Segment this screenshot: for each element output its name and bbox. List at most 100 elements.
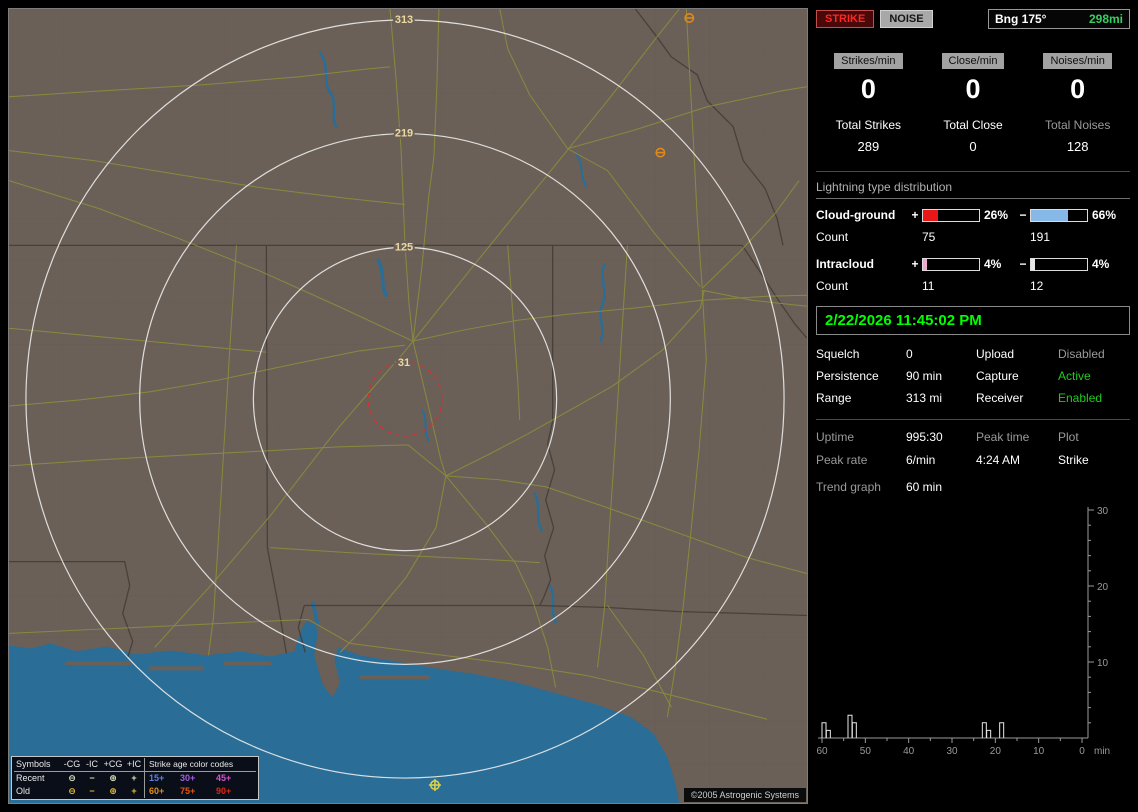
svg-text:0: 0 [1079,746,1085,756]
noises-per-min-value: 0 [1070,74,1086,104]
uptime-label: Uptime [816,430,855,444]
distribution-title: Lightning type distribution [816,180,1130,199]
range-value: 313 mi [906,391,943,405]
plus-sign: + [911,257,919,271]
legend-col-neg-ic: -IC [86,759,98,769]
minus-sign: − [1019,208,1027,222]
toolbar: STRIKE NOISE Bng 175° 298mi [816,8,1130,29]
strikes-per-min-value: 0 [860,74,876,104]
legend-col-neg-cg: -CG [63,759,81,769]
ic-minus-count: 12 [1030,279,1044,293]
svg-text:50: 50 [860,746,872,756]
ring-label-125: 125 [395,241,413,253]
legend-old-label: Old [16,786,31,796]
peak-rate-label: Peak rate [816,453,868,467]
age-75: 75+ [180,786,196,796]
map-canvas: 313 219 125 31 [9,9,807,803]
session-grid: Uptime 995:30 Peak time Plot Peak rate 6… [816,430,1130,494]
plot-label: Plot [1058,430,1079,444]
total-close-label: Total Close [943,118,1003,132]
intracloud-label: Intracloud [816,257,875,271]
peak-time-label: Peak time [976,430,1030,444]
minus-sign: − [1019,257,1027,271]
capture-label: Capture [976,369,1019,383]
strike-button[interactable]: STRIKE [816,9,875,28]
age-60: 60+ [144,785,180,798]
svg-text:60: 60 [816,746,828,756]
trend-graph-label: Trend graph [816,480,881,494]
persistence-label: Persistence [816,369,879,383]
recent-pos-cg-icon: ⊕ [109,773,117,783]
ic-count-label: Count [816,279,849,293]
ring-label-31: 31 [398,357,410,369]
cg-minus-bar [1030,208,1088,222]
strike-trend-chart: 30 20 10 60 50 40 30 20 10 0 min [816,506,1110,757]
bearing-value: Bng 175° [995,11,1047,26]
close-per-min-chip: Close/min [941,53,1005,69]
total-close-value: 0 [969,139,977,154]
intracloud-count-row: Count 11 12 [816,279,1130,293]
legend-col-pos-cg: +CG [103,759,123,769]
age-45: 45+ [216,773,232,783]
legend-age-header: Strike age color codes [144,758,254,771]
ic-plus-bar [922,257,980,271]
svg-text:40: 40 [903,746,915,756]
ring-label-219: 219 [395,128,413,140]
cloud-ground-row: Cloud-ground + 26% − 66% [816,208,1130,222]
lightning-type-distribution: Lightning type distribution Cloud-ground… [816,171,1130,293]
range-label: Range [816,391,852,405]
session-section: Uptime 995:30 Peak time Plot Peak rate 6… [816,419,1130,759]
upload-status: Disabled [1058,347,1105,361]
cg-plus-bar [922,208,980,222]
status-panel: STRIKE NOISE Bng 175° 298mi Strikes/min … [816,8,1130,804]
ic-minus-bar [1030,257,1088,271]
map-legend: Symbols -CG -IC +CG +IC Strike age color… [11,756,259,800]
noises-per-min-column: Noises/min 0 Total Noises 128 [1025,53,1130,154]
receiver-settings: Squelch 0 Upload Disabled Persistence 90… [816,347,1130,405]
svg-text:20: 20 [990,746,1002,756]
total-noises-label: Total Noises [1044,118,1111,132]
old-neg-ic-icon: − [89,786,95,796]
bearing-distance-readout: Bng 175° 298mi [988,8,1130,29]
upload-label: Upload [976,347,1015,361]
trend-graph-value: 60 min [906,480,943,494]
recent-neg-cg-icon: ⊖ [68,773,76,783]
capture-status: Active [1058,369,1091,383]
squelch-value: 0 [906,347,913,361]
ring-label-313: 313 [395,14,413,26]
legend-symbols-header: Symbols [16,759,51,769]
noises-per-min-chip: Noises/min [1043,53,1112,69]
close-per-min-value: 0 [965,74,981,104]
total-noises-value: 128 [1066,139,1089,154]
legend-col-pos-ic: +IC [126,759,142,769]
squelch-label: Squelch [816,347,860,361]
persistence-value: 90 min [906,369,943,383]
intracloud-row: Intracloud + 4% − 4% [816,257,1130,271]
cloud-ground-count-row: Count 75 191 [816,230,1130,244]
svg-text:30: 30 [1097,506,1109,517]
peak-time-value: 4:24 AM [976,453,1021,467]
old-pos-cg-icon: ⊕ [109,786,117,796]
old-neg-cg-icon: ⊖ [68,786,76,796]
age-90: 90+ [216,786,232,796]
noise-button[interactable]: NOISE [880,9,933,28]
recent-pos-ic-icon: + [131,773,137,783]
old-pos-ic-icon: + [131,786,137,796]
ic-plus-count: 11 [922,279,935,293]
recent-neg-ic-icon: − [89,773,95,783]
receiver-status: Enabled [1058,391,1103,405]
strikes-per-min-column: Strikes/min 0 Total Strikes 289 [816,53,921,154]
receiver-label: Receiver [976,391,1024,405]
cg-minus-count: 191 [1030,230,1051,244]
total-strikes-label: Total Strikes [835,118,902,132]
lightning-map[interactable]: 313 219 125 31 Symbols -CG -IC +CG +IC S… [8,8,808,804]
cg-plus-pct: 26% [984,208,1009,222]
ic-minus-pct: 4% [1092,257,1110,271]
cg-count-label: Count [816,230,849,244]
strikes-per-min-chip: Strikes/min [834,53,903,69]
total-strikes-value: 289 [857,139,880,154]
cloud-ground-label: Cloud-ground [816,208,896,222]
datetime-display: 2/22/2026 11:45:02 PM [816,306,1130,335]
datetime-value: 2/22/2026 11:45:02 PM [825,312,982,329]
svg-text:10: 10 [1097,658,1109,669]
